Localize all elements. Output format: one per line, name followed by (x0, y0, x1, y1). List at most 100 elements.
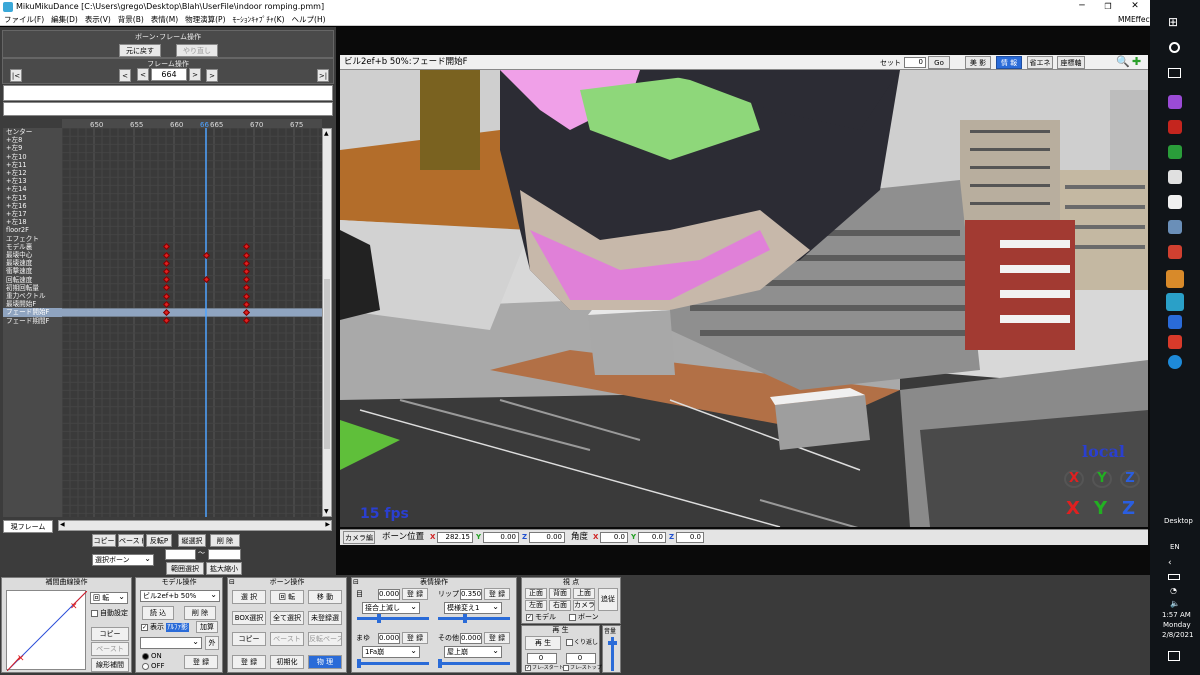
frame-stop-checkbox[interactable] (563, 665, 569, 671)
eye-value[interactable]: 0.000 (378, 589, 400, 600)
scroll-left-icon[interactable]: ◀ (60, 521, 65, 528)
app-icon-2[interactable] (1168, 120, 1182, 134)
brow-slider[interactable] (357, 659, 429, 668)
other-value[interactable]: 0.000 (460, 633, 482, 644)
play-to-input[interactable]: 0 (566, 653, 596, 664)
mmeffect-menu[interactable]: MMEffect (1118, 15, 1153, 25)
lang-label[interactable]: EN (1170, 543, 1180, 551)
lip-slider-thumb[interactable] (463, 614, 467, 623)
notification-icon[interactable] (1168, 651, 1180, 661)
range-from-input[interactable] (165, 549, 196, 560)
keyframe-marker[interactable] (162, 308, 170, 316)
scroll-up-icon[interactable]: ▲ (324, 130, 329, 137)
search-icon[interactable] (1169, 42, 1180, 53)
pos-x-input[interactable]: 282.15 (437, 532, 473, 543)
track-item[interactable]: 衝撃速度 (3, 267, 62, 275)
view-top-button[interactable]: 上面 (573, 588, 595, 599)
app-icon-3[interactable] (1168, 145, 1182, 159)
view-front-button[interactable]: 正面 (525, 588, 547, 599)
scroll-down-icon[interactable]: ▼ (324, 508, 329, 515)
outside-parent-button[interactable]: 外 (205, 636, 219, 650)
scroll-thumb[interactable] (324, 279, 330, 449)
range-select-button[interactable]: 範囲選択 (166, 562, 204, 575)
select-bone-dropdown[interactable]: 選択ボーン (92, 554, 154, 566)
copy-frames-button[interactable]: コピー (92, 534, 116, 547)
keyframe-marker[interactable] (162, 317, 170, 325)
brow-dropdown[interactable]: 1Fa崩 (362, 646, 420, 658)
volume-tray-icon[interactable]: 🔈 (1170, 599, 1180, 608)
app-icon-11[interactable] (1168, 335, 1182, 349)
desktop-label[interactable]: Desktop (1164, 517, 1193, 525)
horizontal-scrollbar[interactable]: ◀ ▶ (58, 520, 332, 531)
other-slider[interactable] (438, 659, 510, 668)
clock-time[interactable]: 1:57 AM (1162, 611, 1191, 619)
track-item[interactable]: モデル裏 (3, 243, 62, 251)
bone-paste-button[interactable]: ペースト (270, 632, 304, 646)
auto-checkbox[interactable] (91, 610, 98, 617)
view-right-button[interactable]: 右面 (549, 600, 571, 611)
menu-item-4[interactable]: 表情(M) (151, 15, 178, 25)
eye-slider[interactable] (357, 614, 429, 623)
keyframe-marker[interactable] (202, 251, 210, 259)
unregistered-select-button[interactable]: 未登録選 (308, 611, 342, 625)
keyframe-grid[interactable] (62, 128, 322, 517)
model-delete-button[interactable]: 削 除 (184, 606, 216, 620)
bone-rotate-button[interactable]: 回 転 (270, 590, 304, 604)
axis-gizmo-top[interactable]: X Y Z (1060, 470, 1146, 488)
select-all-button[interactable]: 全て選択 (270, 611, 304, 625)
track-item[interactable]: エフェクト (3, 235, 62, 243)
current-frame-tab[interactable]: 現フレーム (3, 520, 53, 533)
track-item[interactable]: floor2F (3, 226, 62, 234)
track-item[interactable]: 回転速度 (3, 276, 62, 284)
set-frame-input[interactable]: 0 (904, 57, 926, 68)
move-icon[interactable]: ✚ (1132, 55, 1141, 68)
keyframe-marker[interactable] (242, 267, 250, 275)
app-icon-9[interactable] (1166, 293, 1184, 311)
close-icon[interactable]: ✕ (1124, 0, 1146, 14)
track-item[interactable]: +左11 (3, 161, 62, 169)
play-from-input[interactable]: 0 (527, 653, 557, 664)
windows-start-icon[interactable]: ⊞ (1168, 15, 1178, 29)
delete-frames-button[interactable]: 削 除 (210, 534, 240, 547)
zoom-button[interactable]: 拡大縮小 (206, 562, 242, 575)
keyframe-marker[interactable] (162, 300, 170, 308)
maximize-icon[interactable]: ❐ (1098, 0, 1118, 14)
edge-icon[interactable] (1168, 355, 1182, 369)
curve-copy-button[interactable]: コピー (91, 627, 129, 641)
menu-item-6[interactable]: ﾓｰｼｮﾝｷｬﾌﾟﾁｬ(K) (233, 15, 285, 25)
repeat-checkbox[interactable] (566, 639, 573, 646)
track-item[interactable]: フェード開始F (3, 308, 62, 317)
play-button[interactable]: 再 生 (525, 636, 561, 650)
prev-key-button[interactable]: < (119, 69, 131, 82)
menu-item-3[interactable]: 背景(B) (118, 15, 144, 25)
morph-collapse-icon[interactable]: ⊟ (353, 578, 359, 586)
app-icon-7[interactable] (1168, 245, 1182, 259)
track-item[interactable]: +左14 (3, 185, 62, 193)
bone-checkbox[interactable] (569, 614, 576, 621)
frame-start-checkbox[interactable]: ✓ (525, 665, 531, 671)
model-checkbox[interactable]: ✓ (526, 614, 533, 621)
clock-day[interactable]: Monday (1163, 621, 1191, 629)
rotate-x-icon[interactable]: X (1064, 470, 1084, 488)
track-item[interactable]: 初期回転量 (3, 284, 62, 292)
track-item[interactable]: センター (3, 128, 62, 136)
app-icon-1[interactable] (1168, 95, 1182, 109)
eye-dropdown[interactable]: 接合上滅し (362, 602, 420, 614)
alpha-label[interactable]: ｱﾙﾌｧ影 (166, 623, 189, 632)
keyframe-marker[interactable] (202, 276, 210, 284)
view-back-button[interactable]: 背面 (549, 588, 571, 599)
undo-button[interactable]: 元に戻す (119, 44, 161, 57)
track-item[interactable]: +左10 (3, 153, 62, 161)
physics-button[interactable]: 物 理 (308, 655, 342, 669)
track-item[interactable]: +左18 (3, 218, 62, 226)
toggle-axis-button[interactable]: 座標軸 (1057, 56, 1085, 69)
menu-item-7[interactable]: ヘルプ(H) (292, 15, 326, 25)
keyframe-marker[interactable] (242, 243, 250, 251)
move-x-icon[interactable]: X (1066, 498, 1080, 519)
pos-z-input[interactable]: 0.00 (529, 532, 565, 543)
track-item[interactable]: 重力ベクトル (3, 292, 62, 300)
linear-interp-button[interactable]: 線形補間 (91, 658, 129, 672)
keyframe-marker[interactable] (242, 276, 250, 284)
minimize-icon[interactable]: ─ (1072, 0, 1092, 14)
move-z-icon[interactable]: Z (1122, 498, 1135, 519)
